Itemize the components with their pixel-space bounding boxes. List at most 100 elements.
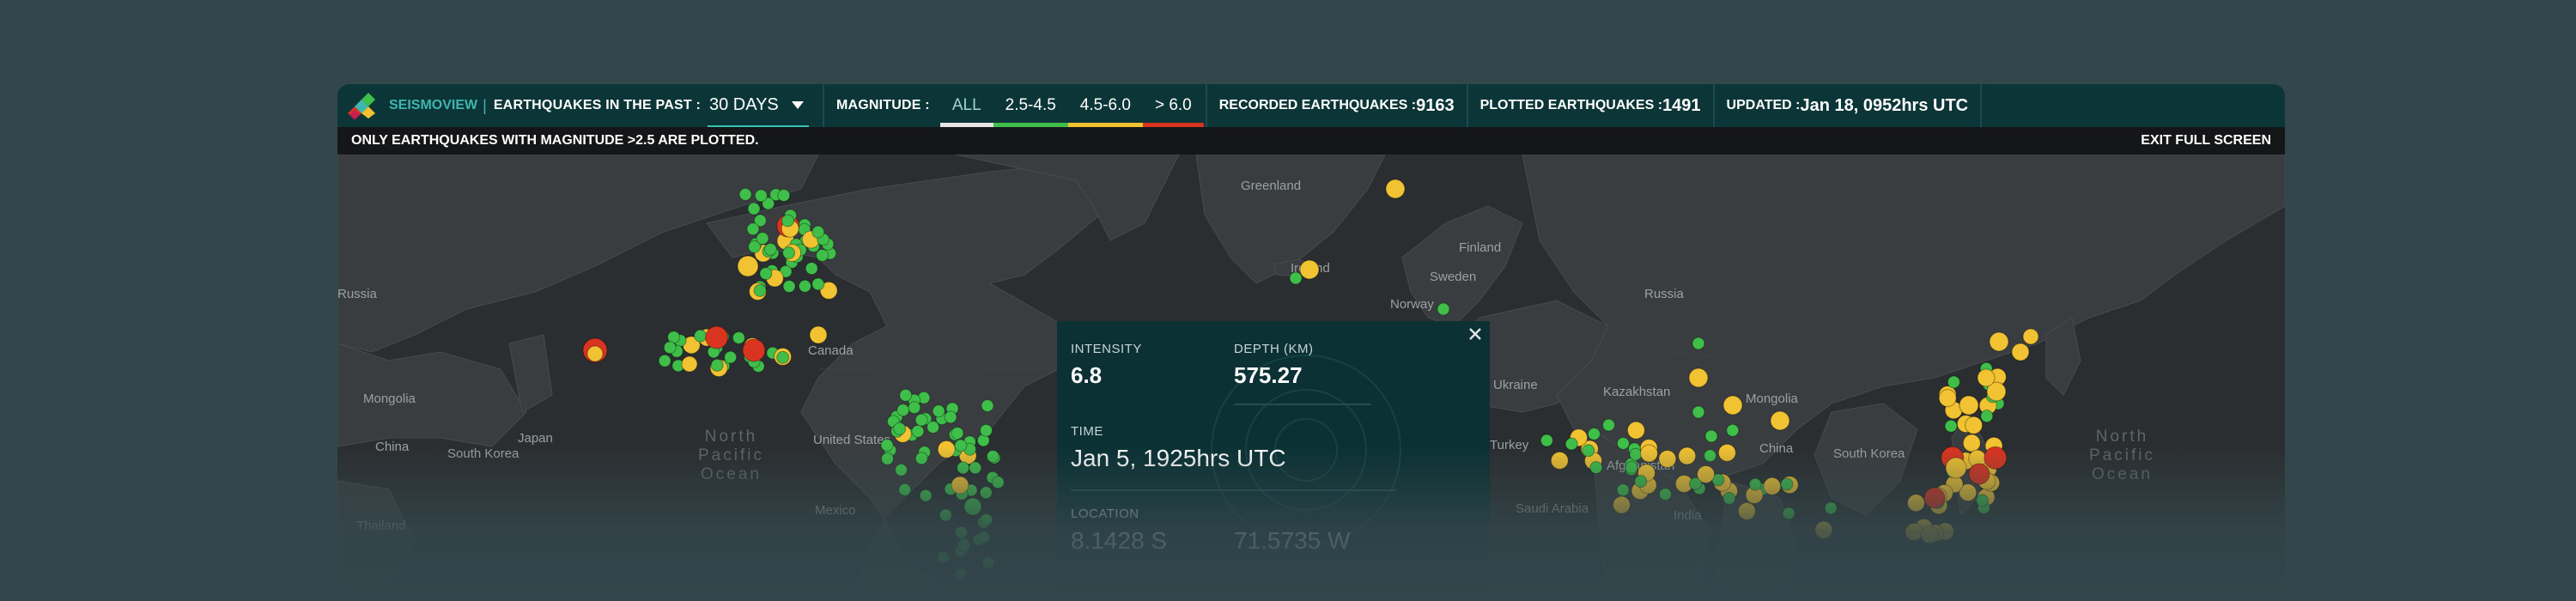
- earthquake-marker[interactable]: [1905, 523, 1923, 542]
- earthquake-marker[interactable]: [776, 350, 790, 364]
- earthquake-marker[interactable]: [732, 331, 745, 344]
- earthquake-marker[interactable]: [1289, 271, 1303, 285]
- earthquake-marker[interactable]: [1634, 475, 1648, 489]
- earthquake-marker[interactable]: [809, 325, 828, 344]
- earthquake-marker[interactable]: [908, 401, 921, 415]
- earthquake-marker[interactable]: [914, 452, 928, 465]
- earthquake-marker[interactable]: [2011, 343, 2030, 361]
- earthquake-marker[interactable]: [981, 555, 995, 569]
- earthquake-marker[interactable]: [1962, 434, 1981, 452]
- earthquake-marker[interactable]: [1968, 463, 1990, 485]
- earthquake-marker[interactable]: [911, 424, 925, 438]
- earthquake-marker[interactable]: [1814, 520, 1833, 539]
- earthquake-marker[interactable]: [753, 283, 767, 297]
- earthquake-marker[interactable]: [1564, 437, 1578, 451]
- earthquake-marker[interactable]: [781, 214, 794, 228]
- close-icon[interactable]: [1467, 326, 1483, 342]
- earthquake-marker[interactable]: [782, 246, 796, 260]
- earthquake-marker[interactable]: [1626, 421, 1645, 440]
- earthquake-marker[interactable]: [899, 388, 913, 402]
- earthquake-marker[interactable]: [681, 355, 698, 373]
- earthquake-marker[interactable]: [979, 486, 993, 500]
- earthquake-marker[interactable]: [1984, 446, 2008, 470]
- earthquake-marker[interactable]: [759, 267, 773, 281]
- earthquake-marker[interactable]: [1437, 302, 1450, 316]
- earthquake-marker[interactable]: [811, 225, 825, 239]
- earthquake-marker[interactable]: [1717, 443, 1736, 462]
- earthquake-marker[interactable]: [937, 550, 951, 564]
- earthquake-marker[interactable]: [658, 354, 671, 367]
- earthquake-marker[interactable]: [811, 277, 825, 291]
- earthquake-marker[interactable]: [980, 513, 993, 526]
- earthquake-map[interactable]: Greenland Finland Sweden Norway Russia R…: [337, 155, 2285, 601]
- earthquake-marker[interactable]: [754, 189, 768, 203]
- earthquake-marker[interactable]: [694, 329, 708, 343]
- earthquake-marker[interactable]: [1980, 410, 1994, 423]
- earthquake-marker[interactable]: [914, 413, 928, 427]
- earthquake-marker[interactable]: [1629, 447, 1643, 461]
- earthquake-marker[interactable]: [1582, 444, 1595, 458]
- earthquake-marker[interactable]: [1587, 427, 1601, 440]
- earthquake-marker[interactable]: [1920, 525, 1939, 544]
- earthquake-marker[interactable]: [737, 255, 759, 277]
- earthquake-marker[interactable]: [738, 187, 752, 201]
- earthquake-marker[interactable]: [951, 426, 964, 440]
- earthquake-marker[interactable]: [1385, 179, 1406, 199]
- earthquake-marker[interactable]: [880, 452, 894, 465]
- earthquake-marker[interactable]: [1299, 259, 1320, 280]
- earthquake-marker[interactable]: [1722, 491, 1736, 505]
- earthquake-marker[interactable]: [1688, 367, 1709, 388]
- earthquake-marker[interactable]: [724, 350, 738, 364]
- earthquake-marker[interactable]: [1965, 416, 1984, 434]
- exit-full-screen-button[interactable]: EXIT FULL SCREEN: [2141, 133, 2271, 149]
- earthquake-marker[interactable]: [805, 262, 818, 276]
- earthquake-marker[interactable]: [1923, 487, 1946, 509]
- earthquake-marker[interactable]: [1550, 451, 1569, 470]
- earthquake-marker[interactable]: [1704, 429, 1718, 443]
- earthquake-marker[interactable]: [957, 538, 971, 552]
- earthquake-marker[interactable]: [895, 463, 908, 477]
- earthquake-marker[interactable]: [763, 242, 777, 256]
- earthquake-marker[interactable]: [1782, 507, 1795, 520]
- earthquake-marker[interactable]: [979, 423, 993, 437]
- magnitude-filter-2-5-4-5[interactable]: 2.5-4.5: [993, 84, 1068, 127]
- earthquake-marker[interactable]: [1737, 501, 1756, 520]
- earthquake-marker[interactable]: [2022, 328, 2039, 345]
- earthquake-marker[interactable]: [1959, 395, 1979, 416]
- earthquake-marker[interactable]: [1748, 477, 1762, 491]
- earthquake-marker[interactable]: [1945, 457, 1967, 479]
- earthquake-marker[interactable]: [939, 508, 952, 522]
- earthquake-marker[interactable]: [1989, 331, 2009, 352]
- earthquake-marker[interactable]: [991, 476, 1005, 489]
- earthquake-marker[interactable]: [954, 439, 968, 452]
- earthquake-marker[interactable]: [957, 461, 970, 475]
- earthquake-marker[interactable]: [1977, 368, 1996, 387]
- earthquake-marker[interactable]: [1722, 395, 1743, 416]
- earthquake-marker[interactable]: [1659, 488, 1673, 501]
- period-dropdown[interactable]: 30 DAYS: [707, 84, 809, 127]
- earthquake-marker[interactable]: [963, 497, 982, 516]
- earthquake-marker[interactable]: [976, 531, 990, 544]
- earthquake-marker[interactable]: [898, 483, 912, 496]
- magnitude-filter-all[interactable]: ALL: [939, 84, 993, 127]
- earthquake-marker[interactable]: [782, 280, 796, 294]
- earthquake-marker[interactable]: [742, 338, 766, 362]
- earthquake-marker[interactable]: [893, 422, 907, 435]
- earthquake-marker[interactable]: [951, 476, 969, 495]
- earthquake-marker[interactable]: [1625, 461, 1638, 475]
- earthquake-marker[interactable]: [896, 404, 910, 417]
- earthquake-marker[interactable]: [1726, 423, 1740, 437]
- earthquake-marker[interactable]: [954, 568, 968, 581]
- earthquake-marker[interactable]: [1780, 477, 1794, 491]
- earthquake-marker[interactable]: [981, 399, 994, 413]
- earthquake-marker[interactable]: [1763, 477, 1782, 495]
- earthquake-marker[interactable]: [1938, 389, 1957, 408]
- earthquake-marker[interactable]: [663, 341, 677, 355]
- earthquake-marker[interactable]: [919, 489, 933, 502]
- earthquake-marker[interactable]: [1601, 418, 1615, 432]
- earthquake-marker[interactable]: [1540, 434, 1553, 447]
- earthquake-marker[interactable]: [1616, 436, 1630, 450]
- earthquake-marker[interactable]: [747, 202, 761, 216]
- earthquake-marker[interactable]: [932, 404, 945, 418]
- earthquake-marker[interactable]: [586, 345, 604, 362]
